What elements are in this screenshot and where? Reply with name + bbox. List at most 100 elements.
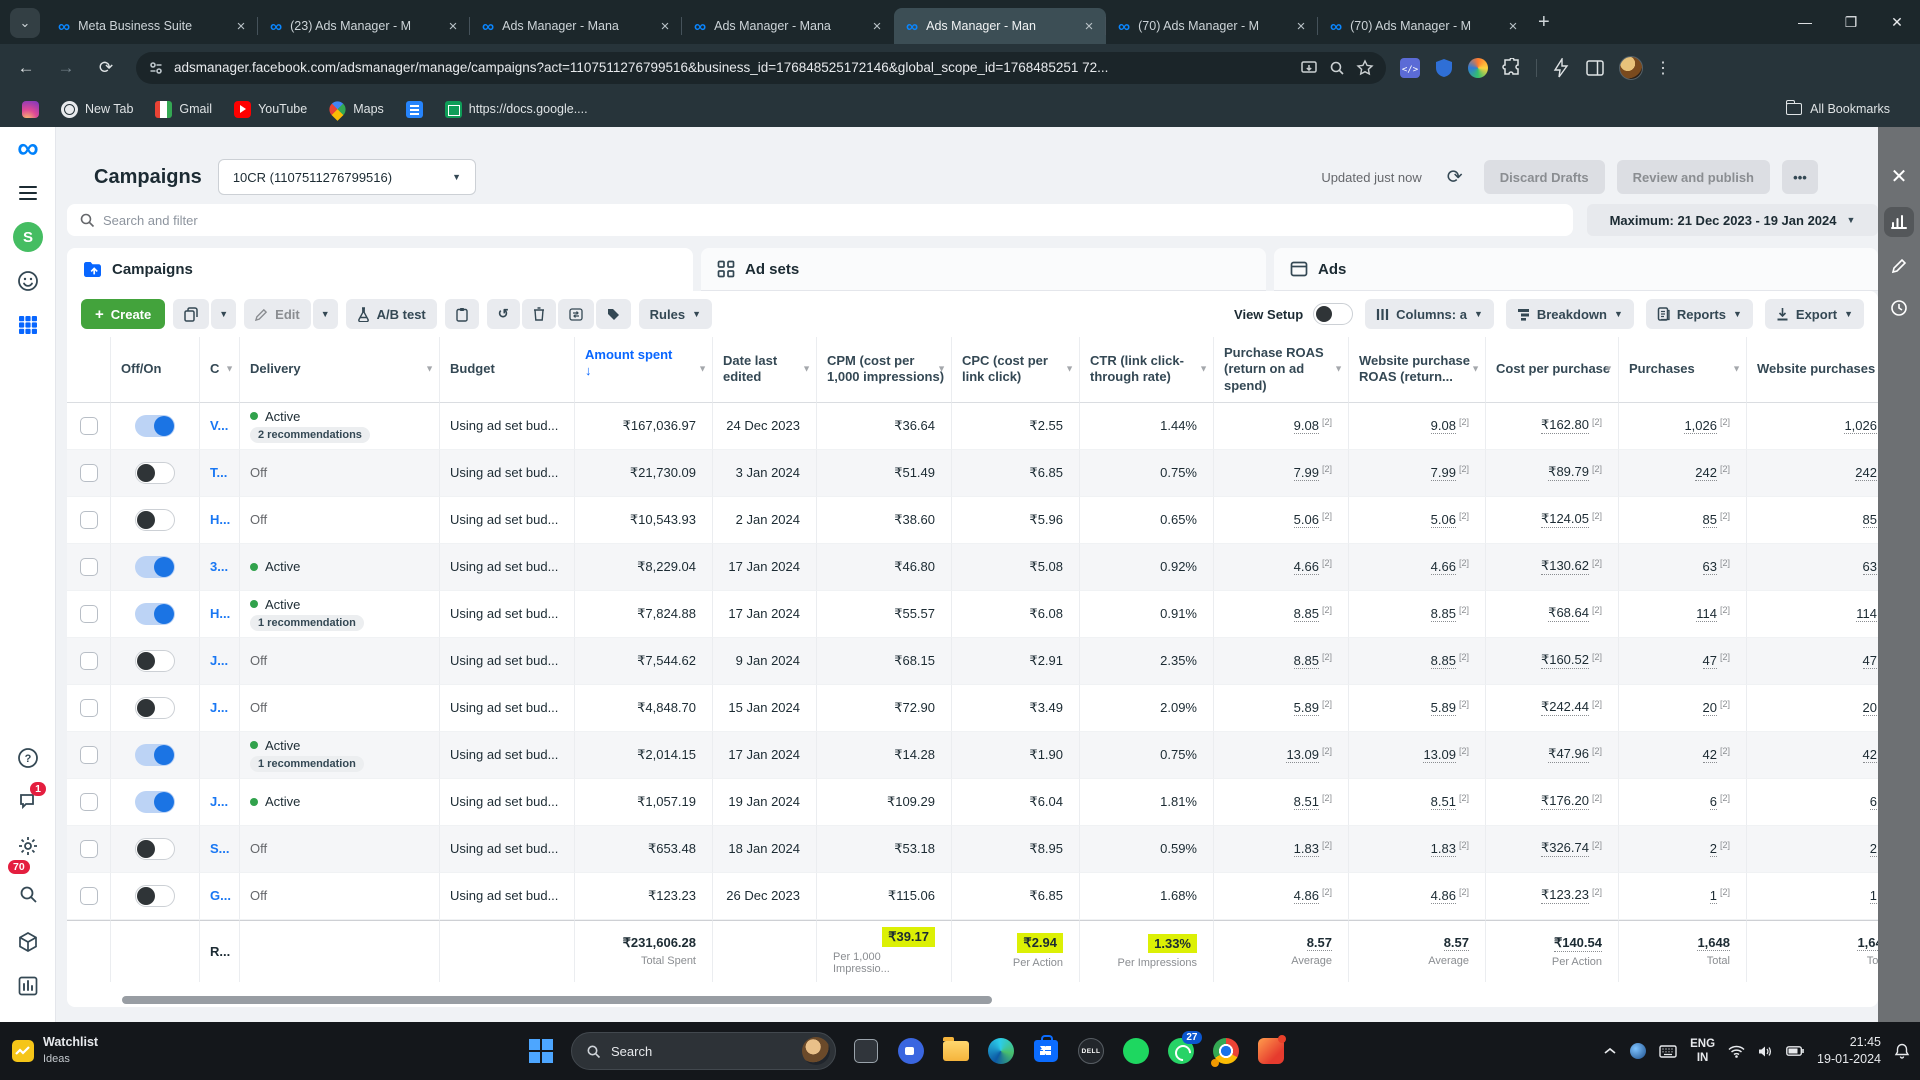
row-checkbox[interactable]	[80, 511, 98, 529]
site-info-icon[interactable]	[148, 60, 164, 76]
edge-icon[interactable]	[984, 1034, 1018, 1068]
tag-button[interactable]	[596, 299, 631, 329]
website-roas-cell[interactable]: 8.85[2]	[1349, 638, 1486, 685]
devtools-extension-icon[interactable]: </>	[1400, 58, 1420, 78]
campaign-name-link[interactable]: H...	[210, 512, 230, 527]
website-roas-cell[interactable]: 5.06[2]	[1349, 497, 1486, 544]
column-header[interactable]: C▼	[200, 337, 240, 403]
column-header[interactable]: Cost per purchase▼	[1486, 337, 1619, 403]
campaign-toggle[interactable]	[135, 415, 175, 437]
row-checkbox[interactable]	[80, 464, 98, 482]
cost-per-purchase-cell[interactable]: ₹123.23[2]	[1486, 873, 1619, 920]
website-roas-cell[interactable]: 5.89[2]	[1349, 685, 1486, 732]
campaign-toggle[interactable]	[135, 509, 175, 531]
photos-icon[interactable]	[1254, 1034, 1288, 1068]
purchases-cell[interactable]: 85[2]	[1619, 497, 1747, 544]
volume-icon[interactable]	[1758, 1045, 1773, 1058]
undo-button[interactable]: ↺	[487, 299, 520, 329]
tab-close-icon[interactable]: ×	[444, 17, 462, 35]
edit-pencil-icon[interactable]	[1878, 245, 1920, 287]
cost-per-purchase-cell[interactable]: ₹68.64[2]	[1486, 591, 1619, 638]
refresh-icon[interactable]: ⟳	[1438, 160, 1472, 194]
website-purchases-cell[interactable]: 114[2]	[1747, 591, 1878, 638]
purchase-roas-cell[interactable]: 9.08[2]	[1214, 403, 1349, 450]
install-app-icon[interactable]	[1300, 59, 1318, 77]
campaign-toggle[interactable]	[135, 697, 175, 719]
spotify-icon[interactable]	[1119, 1034, 1153, 1068]
purchases-cell[interactable]: 242[2]	[1619, 450, 1747, 497]
pin-button[interactable]	[445, 299, 479, 329]
bookmark-star-icon[interactable]	[1356, 59, 1374, 77]
tab-close-icon[interactable]: ×	[232, 17, 250, 35]
cost-per-purchase-cell[interactable]: ₹160.52[2]	[1486, 638, 1619, 685]
hidden-icons-chevron[interactable]	[1603, 1046, 1617, 1056]
cost-per-purchase-cell[interactable]: ₹130.62[2]	[1486, 544, 1619, 591]
recommendations-badge[interactable]: 1 recommendation	[250, 615, 364, 631]
forward-icon[interactable]: →	[52, 54, 80, 82]
ads-reporting-icon[interactable]	[0, 964, 56, 1008]
column-header[interactable]: Amount spent↓▼	[575, 337, 713, 403]
extensions-puzzle-icon[interactable]	[1502, 58, 1522, 78]
row-checkbox[interactable]	[80, 558, 98, 576]
row-checkbox[interactable]	[80, 605, 98, 623]
delete-button[interactable]	[522, 299, 556, 329]
column-header[interactable]: CPM (cost per 1,000 impressions)▼	[817, 337, 952, 403]
edit-button[interactable]: Edit	[244, 299, 311, 329]
browser-tab[interactable]: ∞Meta Business Suite×	[46, 8, 258, 44]
purchases-cell[interactable]: 42[2]	[1619, 732, 1747, 779]
campaign-toggle[interactable]	[135, 744, 175, 766]
purchases-cell[interactable]: 20[2]	[1619, 685, 1747, 732]
purchase-roas-cell[interactable]: 1.83[2]	[1214, 826, 1349, 873]
insights-chart-icon[interactable]	[1884, 207, 1914, 237]
menu-icon[interactable]	[0, 171, 56, 215]
whatsapp-icon[interactable]: 27	[1164, 1034, 1198, 1068]
website-purchases-cell[interactable]: 85[2]	[1747, 497, 1878, 544]
column-header[interactable]: Delivery▼	[240, 337, 440, 403]
campaign-name-link[interactable]: J...	[210, 653, 228, 668]
sidebar-search-icon[interactable]	[0, 868, 56, 920]
website-purchases-cell[interactable]: 1,026[2]	[1747, 403, 1878, 450]
bookmark-item[interactable]	[406, 101, 423, 118]
column-header[interactable]: Date last edited▼	[713, 337, 817, 403]
column-header[interactable]: Off/On	[111, 337, 200, 403]
website-purchases-cell[interactable]: 6[2]	[1747, 779, 1878, 826]
tab-close-icon[interactable]: ×	[656, 17, 674, 35]
row-checkbox[interactable]	[80, 887, 98, 905]
new-tab-button[interactable]: +	[1538, 11, 1550, 34]
tab-close-icon[interactable]: ×	[1292, 17, 1310, 35]
cost-per-purchase-cell[interactable]: ₹47.96[2]	[1486, 732, 1619, 779]
website-roas-cell[interactable]: 9.08[2]	[1349, 403, 1486, 450]
purchase-roas-cell[interactable]: 13.09[2]	[1214, 732, 1349, 779]
taskbar-search[interactable]: Search	[571, 1032, 836, 1070]
purchase-roas-cell[interactable]: 4.66[2]	[1214, 544, 1349, 591]
campaign-toggle[interactable]	[135, 462, 175, 484]
website-purchases-cell[interactable]: 47[2]	[1747, 638, 1878, 685]
campaign-name-link[interactable]: J...	[210, 700, 228, 715]
column-header[interactable]: CPC (cost per link click)▼	[952, 337, 1080, 403]
campaign-toggle[interactable]	[135, 885, 175, 907]
purchases-cell[interactable]: 6[2]	[1619, 779, 1747, 826]
purchase-roas-cell[interactable]: 5.89[2]	[1214, 685, 1349, 732]
campaign-toggle[interactable]	[135, 603, 175, 625]
settings-gear-icon[interactable]: 70	[0, 824, 56, 868]
tray-app-icon[interactable]	[1630, 1043, 1646, 1059]
shield-extension-icon[interactable]	[1434, 58, 1454, 78]
bookmark-item[interactable]: Maps	[329, 101, 384, 118]
browser-tab[interactable]: ∞Ads Manager - Man×	[894, 8, 1106, 44]
campaign-toggle[interactable]	[135, 556, 175, 578]
purchases-cell[interactable]: 1,026[2]	[1619, 403, 1747, 450]
reports-dropdown[interactable]: Reports▼	[1646, 299, 1753, 329]
purchases-cell[interactable]: 1[2]	[1619, 873, 1747, 920]
view-setup-switch[interactable]	[1313, 303, 1353, 325]
orb-extension-icon[interactable]	[1468, 58, 1488, 78]
purchase-roas-cell[interactable]: 8.85[2]	[1214, 638, 1349, 685]
campaign-name-link[interactable]: V...	[210, 418, 228, 433]
reload-icon[interactable]: ⟳	[92, 54, 120, 82]
rules-dropdown[interactable]: Rules▼	[639, 299, 712, 329]
horizontal-scrollbar[interactable]	[122, 996, 992, 1004]
account-avatar[interactable]: S	[0, 215, 56, 259]
column-header[interactable]: Website purchase ROAS (return...▼	[1349, 337, 1486, 403]
website-roas-cell[interactable]: 4.66[2]	[1349, 544, 1486, 591]
row-checkbox[interactable]	[80, 840, 98, 858]
duplicate-dropdown[interactable]: ▼	[211, 299, 236, 329]
